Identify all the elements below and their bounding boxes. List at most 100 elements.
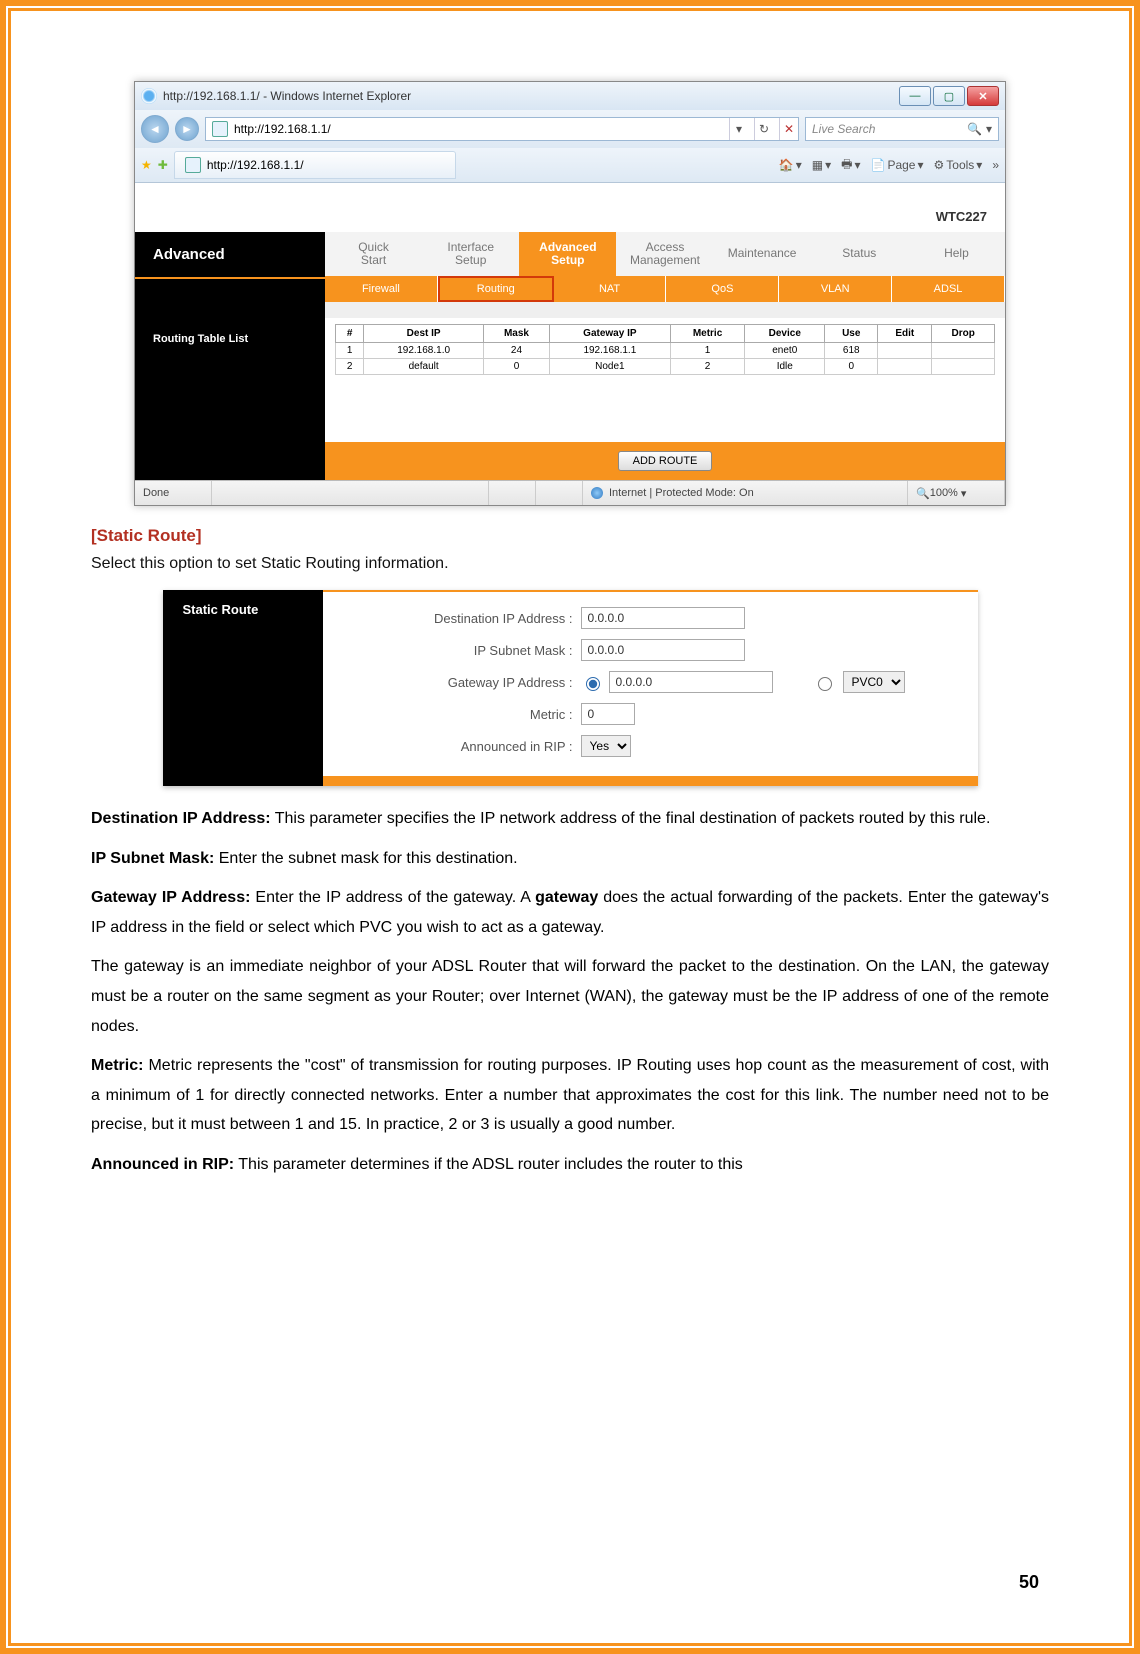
static-route-panel: Static Route Destination IP Address : IP… [163, 590, 978, 786]
section-intro: Select this option to set Static Routing… [91, 552, 1049, 576]
subnet-mask-input[interactable] [581, 639, 745, 661]
col-mask: Mask [484, 325, 550, 343]
table-row: 2 default 0 Node1 2 Idle 0 [336, 359, 995, 375]
col-use: Use [825, 325, 878, 343]
address-bar[interactable]: http://192.168.1.1/ ▾ ↻ ✕ [205, 117, 799, 141]
def-rip-body: This parameter determines if the ADSL ro… [234, 1156, 743, 1173]
router-page: WTC227 Advanced Routing Table List Quick… [135, 183, 1005, 480]
gateway-pvc-radio[interactable] [818, 677, 832, 691]
col-gateway: Gateway IP [549, 325, 670, 343]
table-row: 1 192.168.1.0 24 192.168.1.1 1 enet0 618 [336, 343, 995, 359]
expand-icon[interactable]: » [992, 158, 999, 172]
page-frame-outer: http://192.168.1.1/ - Windows Internet E… [0, 0, 1140, 1654]
status-bar: Done Internet | Protected Mode: On 🔍 100… [135, 480, 1005, 505]
model-label: WTC227 [135, 207, 1005, 232]
add-route-button[interactable]: ADD ROUTE [618, 451, 713, 471]
tab-interface-setup[interactable]: InterfaceSetup [422, 232, 519, 276]
section-heading-static-route: [Static Route] [91, 526, 1049, 546]
address-dropdown-icon[interactable]: ▾ [729, 118, 748, 140]
page-icon [212, 121, 228, 137]
subtab-adsl[interactable]: ADSL [892, 276, 1005, 302]
sidebar-title: Advanced [135, 232, 325, 279]
page-menu[interactable]: 📄 Page ▾ [870, 158, 923, 172]
subtab-qos[interactable]: QoS [666, 276, 779, 302]
def-gw-body-3: The gateway is an immediate neighbor of … [91, 952, 1049, 1041]
table-header-row: # Dest IP Mask Gateway IP Metric Device … [336, 325, 995, 343]
subtab-firewall[interactable]: Firewall [325, 276, 438, 302]
tab-help[interactable]: Help [908, 232, 1005, 276]
def-mask-head: IP Subnet Mask: [91, 850, 214, 867]
col-dest: Dest IP [364, 325, 484, 343]
rip-select[interactable]: Yes [581, 735, 631, 757]
routing-table: # Dest IP Mask Gateway IP Metric Device … [335, 324, 995, 375]
def-dest-body: This parameter specifies the IP network … [271, 810, 991, 827]
def-gw-head: Gateway IP Address: [91, 889, 250, 906]
subtab-routing[interactable]: Routing [438, 276, 554, 302]
dest-ip-label: Destination IP Address : [343, 611, 581, 626]
titlebar: http://192.168.1.1/ - Windows Internet E… [135, 82, 1005, 110]
main-tabs: QuickStart InterfaceSetup AdvancedSetup … [325, 232, 1005, 276]
globe-icon [591, 487, 603, 499]
tab-status[interactable]: Status [811, 232, 908, 276]
back-button[interactable]: ◄ [141, 115, 169, 143]
status-done: Done [135, 481, 212, 505]
refresh-icon[interactable]: ↻ [754, 118, 773, 140]
col-num: # [336, 325, 364, 343]
window-title: http://192.168.1.1/ - Windows Internet E… [163, 89, 899, 103]
tab-maintenance[interactable]: Maintenance [714, 232, 811, 276]
def-dest-head: Destination IP Address: [91, 810, 271, 827]
gateway-ip-radio[interactable] [586, 677, 600, 691]
tab-quick-start[interactable]: QuickStart [325, 232, 422, 276]
panel-title: Static Route [163, 590, 323, 629]
tab-page-icon [185, 157, 201, 173]
pvc-select[interactable]: PVC0 [843, 671, 905, 693]
definitions-block: Destination IP Address: This parameter s… [91, 804, 1049, 1180]
def-rip-head: Announced in RIP: [91, 1156, 234, 1173]
print-icon[interactable]: 🖶 ▾ [841, 155, 860, 176]
maximize-button[interactable]: ▢ [933, 86, 965, 106]
search-placeholder: Live Search [812, 122, 875, 136]
rip-label: Announced in RIP : [343, 739, 581, 754]
metric-input[interactable] [581, 703, 635, 725]
tab-title: http://192.168.1.1/ [207, 158, 304, 172]
def-mask-body: Enter the subnet mask for this destinati… [214, 850, 517, 867]
home-icon[interactable]: 🏠 ▾ [779, 158, 802, 172]
col-drop: Drop [932, 325, 995, 343]
subnet-mask-label: IP Subnet Mask : [343, 643, 581, 658]
gateway-ip-input[interactable] [609, 671, 773, 693]
subtab-vlan[interactable]: VLAN [779, 276, 892, 302]
zoom-control[interactable]: 🔍 100% ▾ [908, 481, 1005, 505]
col-edit: Edit [878, 325, 932, 343]
address-text: http://192.168.1.1/ [234, 122, 331, 136]
search-dropdown-icon[interactable]: ▾ [986, 122, 992, 136]
def-metric-head: Metric: [91, 1057, 143, 1074]
gateway-ip-label: Gateway IP Address : [343, 675, 581, 690]
search-box[interactable]: Live Search 🔍 ▾ [805, 117, 999, 141]
def-metric-body: Metric represents the "cost" of transmis… [91, 1057, 1049, 1133]
sidebar-subtitle: Routing Table List [135, 323, 325, 355]
ie-icon [141, 88, 157, 104]
metric-label: Metric : [343, 707, 581, 722]
dest-ip-input[interactable] [581, 607, 745, 629]
close-button[interactable]: ✕ [967, 86, 999, 106]
search-icon[interactable]: 🔍 [967, 122, 982, 136]
tab-access-management[interactable]: AccessManagement [616, 232, 713, 276]
feeds-icon[interactable]: ▦ ▾ [812, 158, 831, 172]
page-content: http://192.168.1.1/ - Windows Internet E… [8, 8, 1132, 1646]
add-favorite-icon[interactable]: ✚ [158, 158, 168, 172]
left-sidebar: Advanced Routing Table List [135, 232, 325, 442]
subtab-nat[interactable]: NAT [554, 276, 667, 302]
favorites-star-icon[interactable]: ★ [141, 158, 152, 172]
col-device: Device [745, 325, 825, 343]
tab-advanced-setup[interactable]: AdvancedSetup [519, 232, 616, 276]
browser-window: http://192.168.1.1/ - Windows Internet E… [134, 81, 1006, 506]
status-mode: Internet | Protected Mode: On [609, 487, 754, 499]
sub-tabs: Firewall Routing NAT QoS VLAN ADSL [325, 276, 1005, 302]
browser-tab[interactable]: http://192.168.1.1/ [174, 151, 456, 179]
tools-menu[interactable]: ⚙ Tools ▾ [934, 158, 983, 172]
tab-bar: ★ ✚ http://192.168.1.1/ 🏠 ▾ ▦ ▾ 🖶 ▾ 📄 Pa… [135, 148, 1005, 183]
forward-button[interactable]: ► [175, 117, 199, 141]
page-number: 50 [1019, 1572, 1039, 1593]
minimize-button[interactable]: — [899, 86, 931, 106]
stop-icon[interactable]: ✕ [779, 118, 798, 140]
